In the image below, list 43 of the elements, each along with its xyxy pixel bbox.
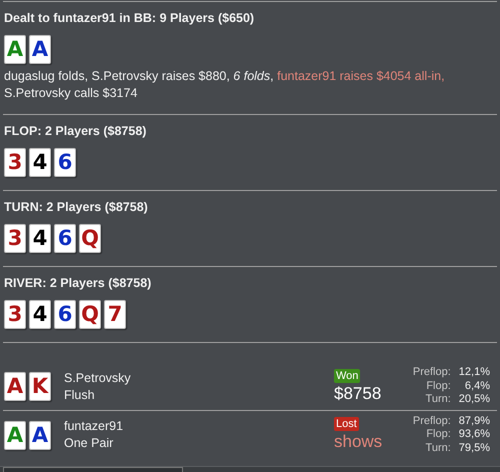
- playing-card: 4: [29, 148, 51, 177]
- equity-label: Flop:: [425, 428, 451, 442]
- playing-card: A: [4, 420, 26, 450]
- playing-card: 3: [4, 300, 26, 329]
- playing-card: Q: [79, 300, 101, 329]
- hand-rank: One Pair: [64, 435, 114, 452]
- playing-card: 6: [54, 148, 76, 177]
- amount-text: shows: [334, 431, 382, 453]
- street-title: RIVER: 2 Players ($8758): [4, 275, 152, 292]
- equity-value: 20,5%: [458, 393, 490, 407]
- hand-rank: Flush: [64, 386, 96, 404]
- playing-card: A: [4, 372, 26, 401]
- equity-label: Turn:: [424, 442, 451, 456]
- equity-value: 93,6%: [458, 428, 490, 442]
- playing-card: 6: [54, 300, 76, 329]
- street-title: FLOP: 2 Players ($8758): [4, 123, 148, 140]
- playing-card: A: [29, 35, 51, 64]
- playing-card: 6: [54, 224, 76, 253]
- playing-card: A: [29, 420, 51, 450]
- street-title: TURN: 2 Players ($8758): [4, 199, 149, 216]
- playing-card: 3: [4, 148, 26, 177]
- playing-card: Q: [79, 224, 101, 253]
- playing-card: 3: [4, 224, 26, 253]
- equity-value: 6,4%: [464, 380, 490, 394]
- equity-label: Flop:: [425, 380, 451, 394]
- equity-value: 12,1%: [458, 366, 490, 380]
- result-badge: Lost: [334, 417, 359, 431]
- equity-label: Preflop:: [412, 414, 451, 428]
- equity-value: 87,9%: [458, 414, 490, 428]
- playing-card: K: [29, 372, 51, 401]
- player-name: funtazer91: [64, 418, 124, 435]
- playing-card: A: [4, 35, 26, 64]
- action-log: dugaslug folds, S.Petrovsky raises $880, 6 folds, funtazer91 raises $4054 all-in, S.Petrovsky calls $3174: [4, 68, 446, 102]
- amount-text: $8758: [334, 382, 382, 404]
- equity-label: Turn:: [424, 393, 451, 407]
- result-badge: Won: [334, 368, 360, 382]
- playing-card: 4: [29, 224, 51, 253]
- playing-card: 7: [104, 300, 126, 329]
- player-name: S.Petrovsky: [64, 370, 132, 386]
- street-title: Dealt to funtazer91 in BB: 9 Players ($650): [4, 10, 256, 27]
- equity-value: 79,5%: [458, 442, 490, 456]
- equity-label: Preflop:: [412, 366, 451, 380]
- playing-card: 4: [29, 300, 51, 329]
